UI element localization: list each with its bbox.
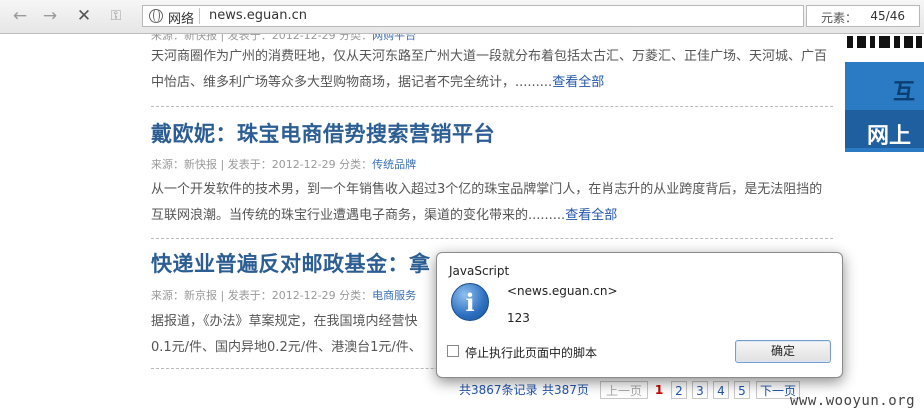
article-excerpt-line: 0.1元/件、国内异地0.2元/件、港澳台1元/件、	[151, 340, 422, 355]
article-divider	[151, 238, 833, 239]
total-records: 共3867条记录	[459, 383, 538, 397]
key-icon[interactable]: ⚿	[104, 5, 128, 27]
article-excerpt-text: 从一个开发软件的技术男，到一个年销售收入超过3个亿的珠宝品牌掌门人，在肖志升的从…	[151, 182, 823, 223]
sidebar-ad-banner[interactable]: 互 网上	[845, 62, 924, 152]
article-excerpt: 天河商圈作为广州的消费旺地，仅从天河东路至广州大道一段就分布着包括太古汇、万菱汇…	[151, 44, 833, 96]
element-counter-label: 元素：	[821, 11, 858, 25]
page-4-link[interactable]: 4	[713, 381, 729, 399]
article-date: | 发表于：2012-12-29 分类：	[220, 158, 373, 171]
security-zone-label: 网络	[168, 12, 195, 27]
url-text[interactable]: news.eguan.cn	[209, 8, 307, 23]
forward-icon[interactable]: →	[38, 5, 62, 27]
address-separator	[199, 8, 200, 24]
stop-icon[interactable]: ✕	[72, 5, 96, 27]
article-meta: 来源：新京报 | 发表于：2012-12-29 分类：电商服务	[151, 287, 416, 303]
watermark-text: www.wooyun.org	[790, 393, 916, 409]
javascript-alert-dialog: JavaScript i <news.eguan.cn> 123 停止执行此页面…	[436, 252, 843, 378]
info-icon: i	[451, 283, 489, 321]
article-title[interactable]: 快递业普遍反对邮政基金：拿	[151, 248, 431, 278]
element-counter-value: 45/46	[870, 9, 905, 23]
article-date: | 发表于：2012-12-29 分类：	[220, 289, 373, 302]
article-category-link[interactable]: 传统品牌	[372, 158, 416, 171]
total-pages: 共387页	[542, 383, 589, 397]
article-excerpt: 据报道，《办法》草案规定，在我国境内经营快 0.1元/件、国内异地0.2元/件、…	[151, 309, 441, 361]
ad-text-top: 互	[893, 80, 916, 105]
dialog-origin: <news.eguan.cn>	[507, 284, 618, 298]
ad-text-bottom: 网上	[867, 124, 912, 149]
article-source: 来源：新快报	[151, 158, 217, 171]
globe-icon	[149, 9, 163, 23]
address-bar[interactable]: 网络 news.eguan.cn	[142, 5, 804, 27]
back-icon[interactable]: ←	[8, 5, 32, 27]
article-excerpt-text: 天河商圈作为广州的消费旺地，仅从天河东路至广州大道一段就分布着包括太古汇、万菱汇…	[151, 49, 828, 90]
page-5-link[interactable]: 5	[734, 381, 750, 399]
page-1-current: 1	[654, 383, 664, 397]
qr-code-image	[845, 34, 924, 51]
dialog-message: 123	[507, 311, 530, 325]
article-divider	[151, 106, 833, 107]
read-more-link[interactable]: 查看全部	[565, 208, 617, 223]
article-category-link[interactable]: 网购平台	[372, 34, 416, 42]
stop-scripts-label[interactable]: 停止执行此页面中的脚本	[465, 344, 597, 361]
article-meta: 来源：新快报 | 发表于：2012-12-29 分类：传统品牌	[151, 156, 416, 172]
article-title[interactable]: 戴欧妮：珠宝电商借势搜索营销平台	[151, 118, 495, 148]
page-2-link[interactable]: 2	[671, 381, 687, 399]
dialog-title: JavaScript	[449, 264, 510, 278]
article-meta: 来源：新快报 | 发表于：2012-12-29 分类：网购平台	[151, 34, 416, 43]
article-source: 来源：新京报	[151, 289, 217, 302]
stop-scripts-checkbox[interactable]	[447, 345, 459, 357]
element-counter: 元素： 45/46	[806, 5, 920, 27]
article-date: | 发表于：2012-12-29 分类：	[220, 34, 373, 42]
article-source: 来源：新快报	[151, 34, 217, 42]
read-more-link[interactable]: 查看全部	[552, 75, 604, 90]
page-3-link[interactable]: 3	[692, 381, 708, 399]
browser-toolbar: ← → ✕ ⚿ 网络 news.eguan.cn 元素： 45/46	[0, 0, 924, 34]
article-excerpt: 从一个开发软件的技术男，到一个年销售收入超过3个亿的珠宝品牌掌门人，在肖志升的从…	[151, 177, 833, 229]
ok-button[interactable]: 确定	[735, 340, 831, 363]
article-excerpt-line: 据报道，《办法》草案规定，在我国境内经营快	[151, 314, 418, 329]
prev-page-button[interactable]: 上一页	[600, 381, 648, 399]
article-category-link[interactable]: 电商服务	[372, 289, 416, 302]
